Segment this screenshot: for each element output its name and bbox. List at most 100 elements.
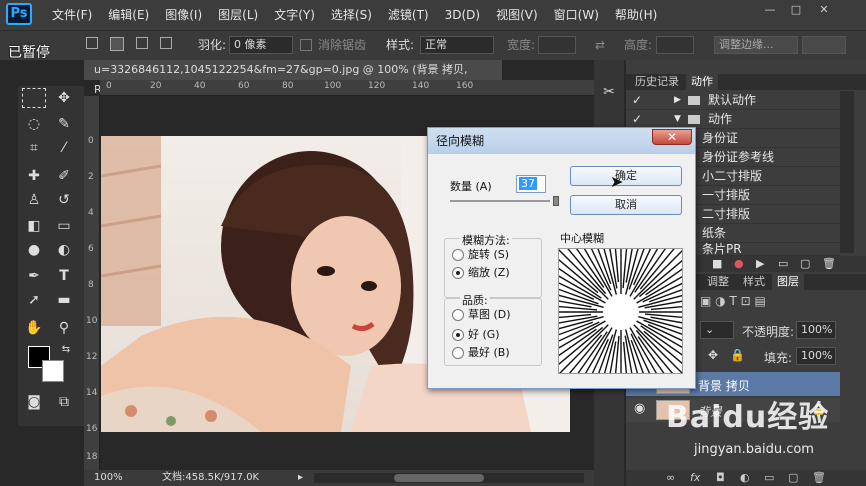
scrollbar-thumb[interactable] — [394, 474, 484, 482]
quick-mask-icon[interactable]: ◙ — [22, 392, 46, 412]
swap-icon[interactable]: ⇄ — [595, 30, 605, 60]
menu-edit[interactable]: 编辑(E) — [100, 0, 157, 30]
amount-slider-thumb[interactable] — [553, 196, 559, 206]
document-size-info: 文档:458.5K/917.0K — [162, 472, 260, 483]
workspace-select[interactable] — [802, 36, 846, 54]
height-input[interactable] — [656, 36, 694, 54]
fill-label: 填充: — [764, 351, 793, 365]
width-label: 宽度: — [507, 38, 536, 52]
quality-best-radio[interactable]: 最好 (B) — [452, 346, 510, 360]
blend-mode-select[interactable]: ⌄ — [700, 321, 734, 339]
zoom-tool-icon[interactable]: ⚲ — [52, 318, 76, 338]
eraser-tool-icon[interactable]: ◧ — [22, 216, 46, 236]
folder-icon — [688, 96, 700, 105]
amount-slider-track[interactable] — [450, 200, 550, 202]
pen-tool-icon[interactable]: ✒ — [22, 266, 46, 286]
ok-button[interactable]: 确定 — [570, 166, 682, 186]
new-selection-icon[interactable] — [86, 37, 98, 49]
blur-center-preview[interactable] — [558, 248, 683, 374]
tab-layers[interactable]: 图层 — [772, 274, 804, 290]
shape-tool-icon[interactable]: ▬ — [52, 290, 76, 310]
refine-edge-button[interactable]: 调整边缘... — [714, 36, 798, 54]
delete-action-icon[interactable]: 🗑 — [822, 257, 836, 270]
baidu-watermark: Baidu经验 jingyan.baidu.com — [664, 390, 864, 480]
menu-3d[interactable]: 3D(D) — [437, 0, 488, 30]
new-set-icon[interactable]: ▭ — [778, 257, 788, 270]
restore-button[interactable]: □ — [786, 2, 806, 18]
tools-preset-icon[interactable]: ✂ — [597, 82, 621, 102]
status-menu-arrow-icon[interactable]: ▸ — [298, 470, 303, 486]
menu-image[interactable]: 图像(I) — [157, 0, 210, 30]
check-icon[interactable]: ✓ — [632, 91, 642, 110]
expand-arrow-icon[interactable]: ▶ — [674, 91, 681, 110]
ruler-v-label: 18 — [86, 452, 98, 462]
menu-help[interactable]: 帮助(H) — [607, 0, 665, 30]
eye-icon[interactable]: ◉ — [634, 401, 645, 416]
menu-view[interactable]: 视图(V) — [488, 0, 546, 30]
close-button[interactable]: ✕ — [814, 2, 834, 18]
width-input[interactable] — [538, 36, 576, 54]
tab-history[interactable]: 历史记录 — [630, 74, 684, 90]
screen-mode-icon[interactable]: ⧉ — [52, 392, 76, 412]
menu-type[interactable]: 文字(Y) — [266, 0, 323, 30]
action-set-row[interactable]: ✓ ▶ 默认动作 — [626, 91, 840, 110]
play-icon[interactable]: ▶ — [756, 257, 764, 270]
minimize-button[interactable]: — — [760, 2, 780, 18]
fill-input[interactable]: 100% — [796, 347, 836, 365]
method-zoom-radio[interactable]: 缩放 (Z) — [452, 266, 510, 280]
menu-layer[interactable]: 图层(L) — [210, 0, 266, 30]
actions-scrollbar[interactable] — [840, 91, 854, 253]
lasso-tool-icon[interactable]: ◌ — [22, 114, 46, 134]
lock-all-icon[interactable]: 🔒 — [730, 348, 745, 362]
dialog-close-button[interactable]: ✕ — [652, 129, 692, 145]
vertical-ruler: 0 2 4 6 8 10 12 14 16 18 — [84, 96, 100, 470]
path-select-tool-icon[interactable]: ➚ — [22, 290, 46, 310]
antialias-checkbox[interactable] — [300, 39, 312, 51]
blur-tool-icon[interactable]: ● — [22, 240, 46, 260]
action-set-label: 默认动作 — [708, 93, 757, 107]
tab-actions[interactable]: 动作 — [686, 74, 718, 90]
swap-colors-icon[interactable]: ⇆ — [54, 340, 78, 360]
opacity-input[interactable]: 100% — [796, 321, 836, 339]
menu-filter[interactable]: 滤镜(T) — [380, 0, 437, 30]
cancel-button[interactable]: 取消 — [570, 195, 682, 215]
intersect-selection-icon[interactable] — [160, 37, 172, 49]
type-tool-icon[interactable]: T — [52, 266, 76, 286]
add-selection-icon[interactable] — [110, 37, 124, 51]
menu-file[interactable]: 文件(F) — [44, 0, 100, 30]
menu-window[interactable]: 窗口(W) — [546, 0, 607, 30]
lock-position-icon[interactable]: ✥ — [708, 348, 718, 362]
document-tab[interactable]: u=3326846112,1045122254&fm=27&gp=0.jpg @… — [84, 60, 502, 96]
style-select[interactable]: 正常 — [420, 36, 494, 54]
background-color-swatch[interactable] — [42, 360, 64, 382]
record-icon[interactable]: ● — [734, 257, 744, 270]
quality-label: 品质: — [460, 292, 490, 308]
quality-good-radio[interactable]: 好 (G) — [452, 328, 500, 342]
brush-tool-icon[interactable]: ✐ — [52, 166, 76, 186]
healing-tool-icon[interactable]: ✚ — [22, 166, 46, 186]
dodge-tool-icon[interactable]: ◐ — [52, 240, 76, 260]
move-tool-icon[interactable]: ✥ — [52, 88, 76, 108]
ruler-v-label: 12 — [86, 352, 98, 362]
tab-adjustments[interactable]: 调整 — [702, 274, 734, 290]
hand-tool-icon[interactable]: ✋ — [22, 318, 46, 338]
new-action-icon[interactable]: ▢ — [800, 257, 810, 270]
history-brush-tool-icon[interactable]: ↺ — [52, 190, 76, 210]
amount-input[interactable]: 37 — [516, 175, 546, 193]
crop-tool-icon[interactable]: ⌗ — [22, 138, 46, 158]
quality-draft-radio[interactable]: 草图 (D) — [452, 308, 511, 322]
tab-styles[interactable]: 样式 — [738, 274, 770, 290]
method-spin-radio[interactable]: 旋转 (S) — [452, 248, 509, 262]
stop-icon[interactable]: ■ — [712, 257, 722, 270]
eyedropper-tool-icon[interactable]: ⁄ — [52, 138, 76, 158]
subtract-selection-icon[interactable] — [136, 37, 148, 49]
menu-select[interactable]: 选择(S) — [323, 0, 380, 30]
zoom-level[interactable]: 100% — [94, 470, 123, 486]
feather-input[interactable]: 0 像素 — [229, 36, 293, 54]
layer-filter-icons[interactable]: ▣ ◑ T ⊡ ▤ — [700, 294, 850, 312]
marquee-tool-icon[interactable] — [22, 88, 46, 108]
quick-select-tool-icon[interactable]: ✎ — [52, 114, 76, 134]
gradient-tool-icon[interactable]: ▭ — [52, 216, 76, 236]
mouse-pointer-icon: ➤ — [610, 172, 624, 191]
clone-stamp-tool-icon[interactable]: ♙ — [22, 190, 46, 210]
